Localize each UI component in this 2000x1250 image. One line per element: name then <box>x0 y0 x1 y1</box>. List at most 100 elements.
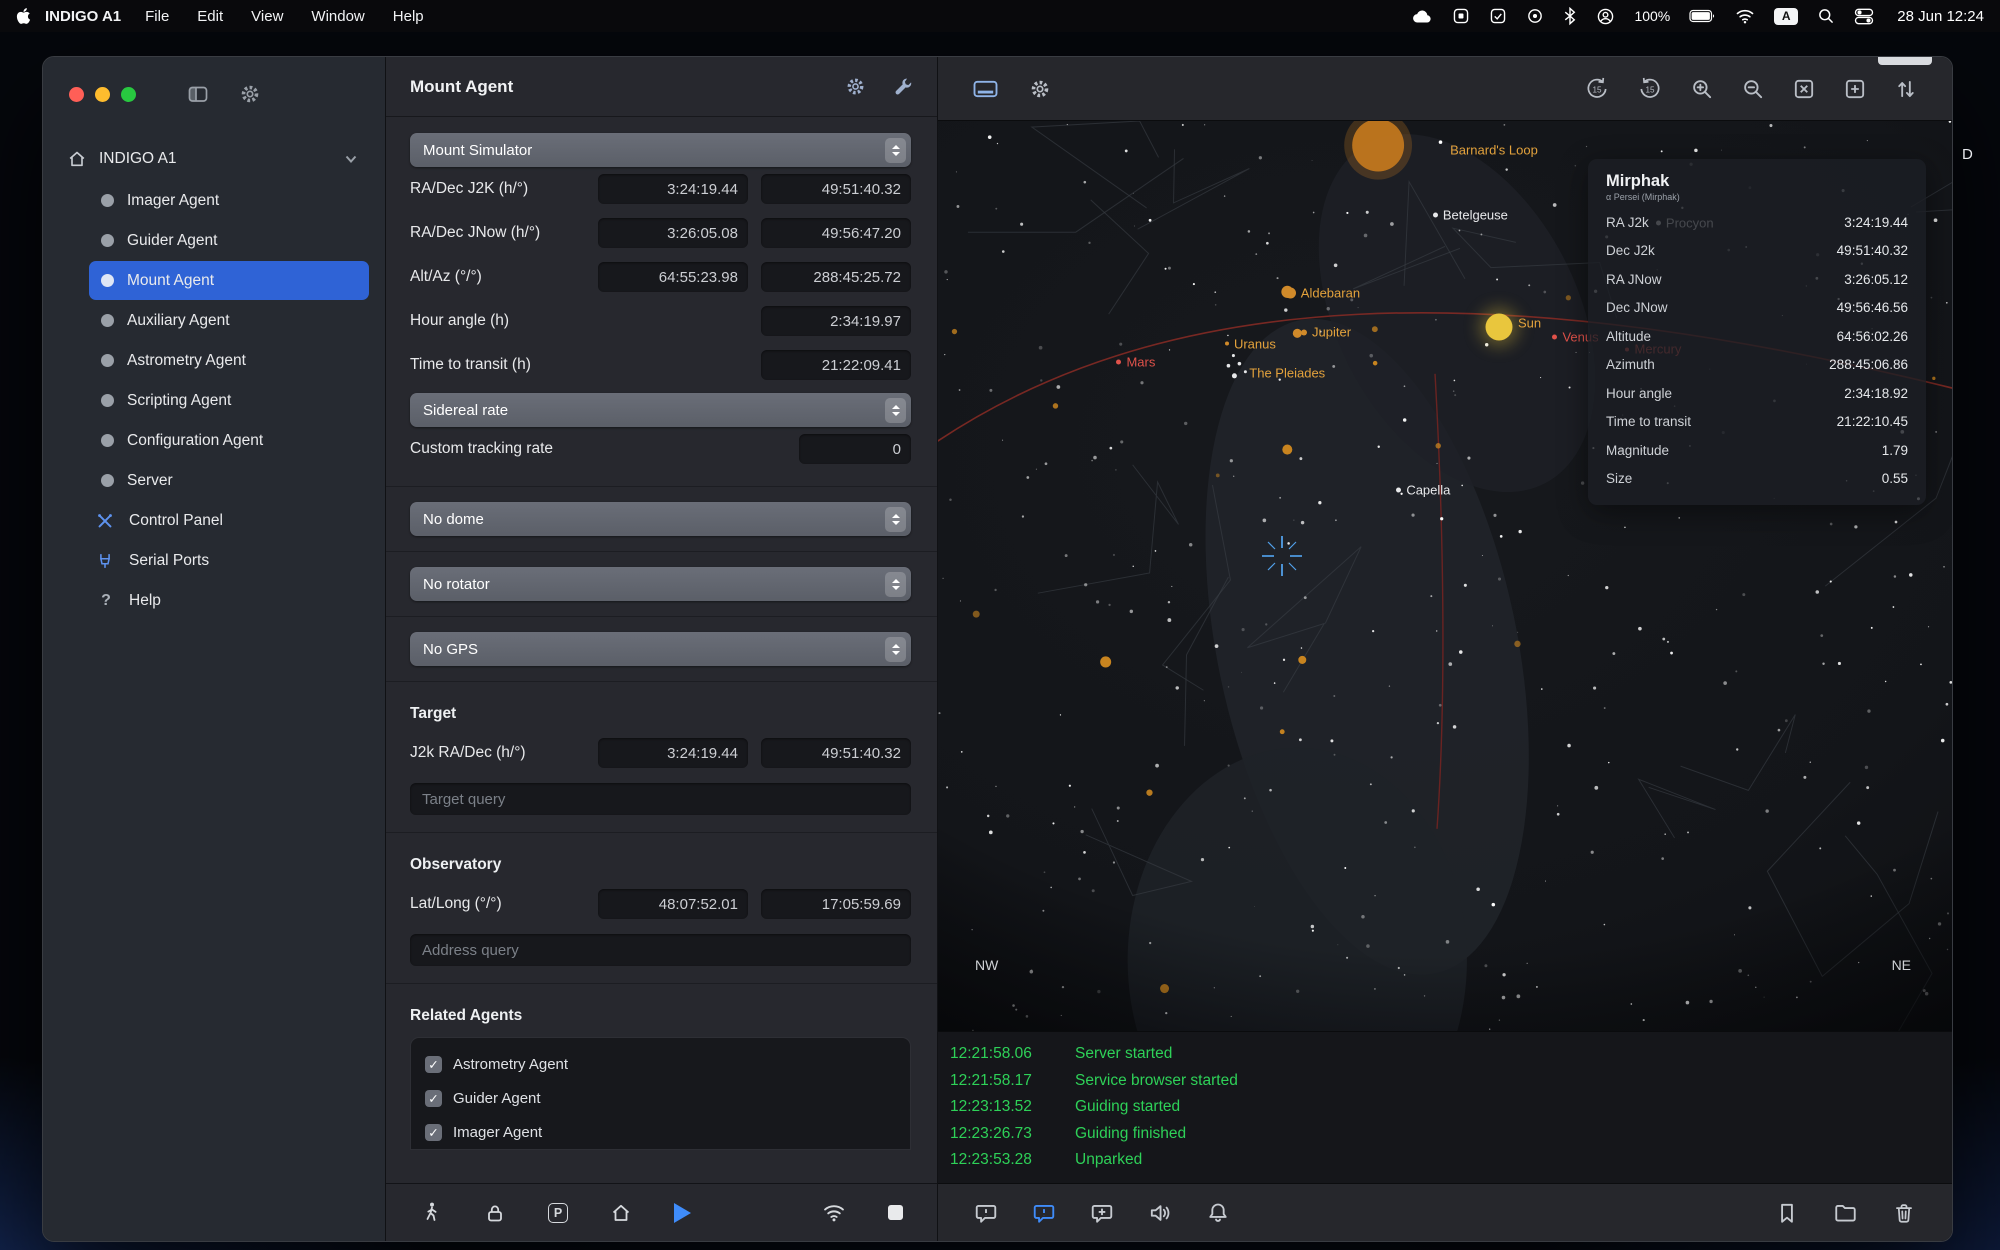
input-source-icon[interactable]: A <box>1774 8 1798 25</box>
minimize-window-button[interactable] <box>95 87 110 102</box>
agent-dot-icon <box>101 474 114 487</box>
agent-dot-icon <box>101 434 114 447</box>
related-agent-guider[interactable]: Guider Agent <box>425 1081 896 1115</box>
home-position-icon[interactable] <box>610 1202 632 1224</box>
sidebar-item-serial-ports[interactable]: Serial Ports <box>89 541 369 580</box>
checkbox-checked-icon[interactable] <box>425 1090 442 1107</box>
chevron-down-icon[interactable] <box>343 151 359 167</box>
sidebar-item-label: Guider Agent <box>127 232 217 250</box>
hour-angle-field[interactable]: 2:34:19.97 <box>761 306 911 336</box>
sidebar-item-guider-agent[interactable]: Guider Agent <box>89 221 369 260</box>
dec-jnow-field[interactable]: 49:56:47.20 <box>761 218 911 248</box>
ra-j2k-field[interactable]: 3:24:19.44 <box>598 174 748 204</box>
wifi-icon[interactable] <box>1735 8 1755 24</box>
menu-window[interactable]: Window <box>311 8 364 25</box>
park-button[interactable]: P <box>548 1203 568 1223</box>
latitude-field[interactable]: 48:07:52.01 <box>598 889 748 919</box>
icloud-status-icon[interactable] <box>1411 7 1433 25</box>
control-center-icon[interactable] <box>1854 8 1874 25</box>
gps-select[interactable]: No GPS <box>410 632 911 666</box>
sort-updown-icon[interactable] <box>1894 77 1918 101</box>
target-dec-field[interactable]: 49:51:40.32 <box>761 738 911 768</box>
trash-icon[interactable] <box>1892 1201 1916 1225</box>
target-ra-field[interactable]: 3:24:19.44 <box>598 738 748 768</box>
menu-view[interactable]: View <box>251 8 283 25</box>
sidebar-item-server[interactable]: Server <box>89 461 369 500</box>
checkmark-app-icon[interactable] <box>1489 7 1507 25</box>
checkbox-checked-icon[interactable] <box>425 1124 442 1141</box>
custom-tracking-rate-field[interactable]: 0 <box>799 434 911 464</box>
menu-edit[interactable]: Edit <box>197 8 223 25</box>
zoom-out-icon[interactable] <box>1741 77 1765 101</box>
bookmark-icon[interactable] <box>1775 1201 1799 1225</box>
agent-tools-wrench-icon[interactable] <box>892 76 913 97</box>
menubar-clock[interactable]: 28 Jun 12:24 <box>1897 8 1984 25</box>
info-row: Azimuth288:45:06.86 <box>1606 351 1908 380</box>
lock-icon[interactable] <box>484 1202 506 1224</box>
connection-wifi-icon[interactable] <box>822 1203 846 1222</box>
zoom-in-icon[interactable] <box>1690 77 1714 101</box>
spotlight-icon[interactable] <box>1817 7 1835 25</box>
related-agent-astrometry[interactable]: Astrometry Agent <box>425 1047 896 1081</box>
airplay-status-icon[interactable] <box>1526 7 1544 25</box>
sound-speaker-icon[interactable] <box>1148 1201 1172 1225</box>
panel-title: Mount Agent <box>410 77 513 97</box>
az-field[interactable]: 288:45:25.72 <box>761 262 911 292</box>
tracking-walk-icon[interactable] <box>420 1201 442 1224</box>
slew-play-button[interactable] <box>674 1203 691 1223</box>
agent-settings-gear-icon[interactable] <box>845 76 866 97</box>
time-to-transit-field[interactable]: 21:22:09.41 <box>761 350 911 380</box>
zoom-window-button[interactable] <box>121 87 136 102</box>
menubar-app-name[interactable]: INDIGO A1 <box>45 8 121 25</box>
menu-file[interactable]: File <box>145 8 169 25</box>
abort-stop-button[interactable] <box>888 1205 903 1220</box>
window-grabber[interactable] <box>1878 56 1932 65</box>
apple-menu[interactable] <box>16 7 31 25</box>
tracking-rate-select[interactable]: Sidereal rate <box>410 393 911 427</box>
sidebar-item-configuration-agent[interactable]: Configuration Agent <box>89 421 369 460</box>
rotator-select[interactable]: No rotator <box>410 567 911 601</box>
related-agent-imager[interactable]: Imager Agent <box>425 1115 896 1149</box>
divider <box>386 832 937 833</box>
address-query-input[interactable] <box>410 934 911 966</box>
sidebar-item-astrometry-agent[interactable]: Astrometry Agent <box>89 341 369 380</box>
notifications-bell-icon[interactable] <box>1206 1201 1230 1225</box>
menu-help[interactable]: Help <box>393 8 424 25</box>
log-filter-bubble-icon[interactable] <box>974 1201 998 1225</box>
clear-selection-box-x-icon[interactable] <box>1792 77 1816 101</box>
field-label: Alt/Az (°/°) <box>410 268 598 286</box>
sidebar-item-help[interactable]: ? Help <box>89 581 369 620</box>
sidebar-toggle-icon[interactable] <box>187 83 209 105</box>
mount-device-select[interactable]: Mount Simulator <box>410 133 911 167</box>
bluetooth-icon[interactable] <box>1563 7 1577 26</box>
rotate-cw-15-icon[interactable]: 15 <box>1637 76 1663 102</box>
dome-select[interactable]: No dome <box>410 502 911 536</box>
checkbox-checked-icon[interactable] <box>425 1056 442 1073</box>
close-window-button[interactable] <box>69 87 84 102</box>
app-grid-icon[interactable] <box>1452 7 1470 25</box>
dec-j2k-field[interactable]: 49:51:40.32 <box>761 174 911 204</box>
log-filter-bubble-selected-icon[interactable] <box>1032 1201 1056 1225</box>
sky-map[interactable]: Barnard's Loop Betelgeuse Aldebaran Jupi… <box>938 121 1952 1031</box>
alt-field[interactable]: 64:55:23.98 <box>598 262 748 292</box>
map-settings-gear-icon[interactable] <box>1029 78 1051 100</box>
sidebar-settings-gear-icon[interactable] <box>239 83 261 105</box>
user-account-icon[interactable] <box>1596 7 1615 26</box>
mount-crosshair <box>1258 532 1306 580</box>
sidebar-item-mount-agent[interactable]: Mount Agent <box>89 261 369 300</box>
sidebar-item-auxiliary-agent[interactable]: Auxiliary Agent <box>89 301 369 340</box>
ra-jnow-field[interactable]: 3:26:05.08 <box>598 218 748 248</box>
add-object-box-plus-icon[interactable] <box>1843 77 1867 101</box>
target-query-input[interactable] <box>410 783 911 815</box>
menu-bar: INDIGO A1 File Edit View Window Help 100… <box>0 0 2000 32</box>
rotate-ccw-15-icon[interactable]: 15 <box>1584 76 1610 102</box>
folder-icon[interactable] <box>1833 1201 1858 1225</box>
longitude-field[interactable]: 17:05:59.69 <box>761 889 911 919</box>
sidebar-item-scripting-agent[interactable]: Scripting Agent <box>89 381 369 420</box>
add-comment-bubble-icon[interactable] <box>1090 1201 1114 1225</box>
sidebar-root-server[interactable]: INDIGO A1 <box>67 139 371 179</box>
battery-icon[interactable] <box>1689 9 1716 23</box>
sidebar-item-control-panel[interactable]: Control Panel <box>89 501 369 540</box>
sidebar-item-imager-agent[interactable]: Imager Agent <box>89 181 369 220</box>
display-mode-icon[interactable] <box>972 78 999 100</box>
